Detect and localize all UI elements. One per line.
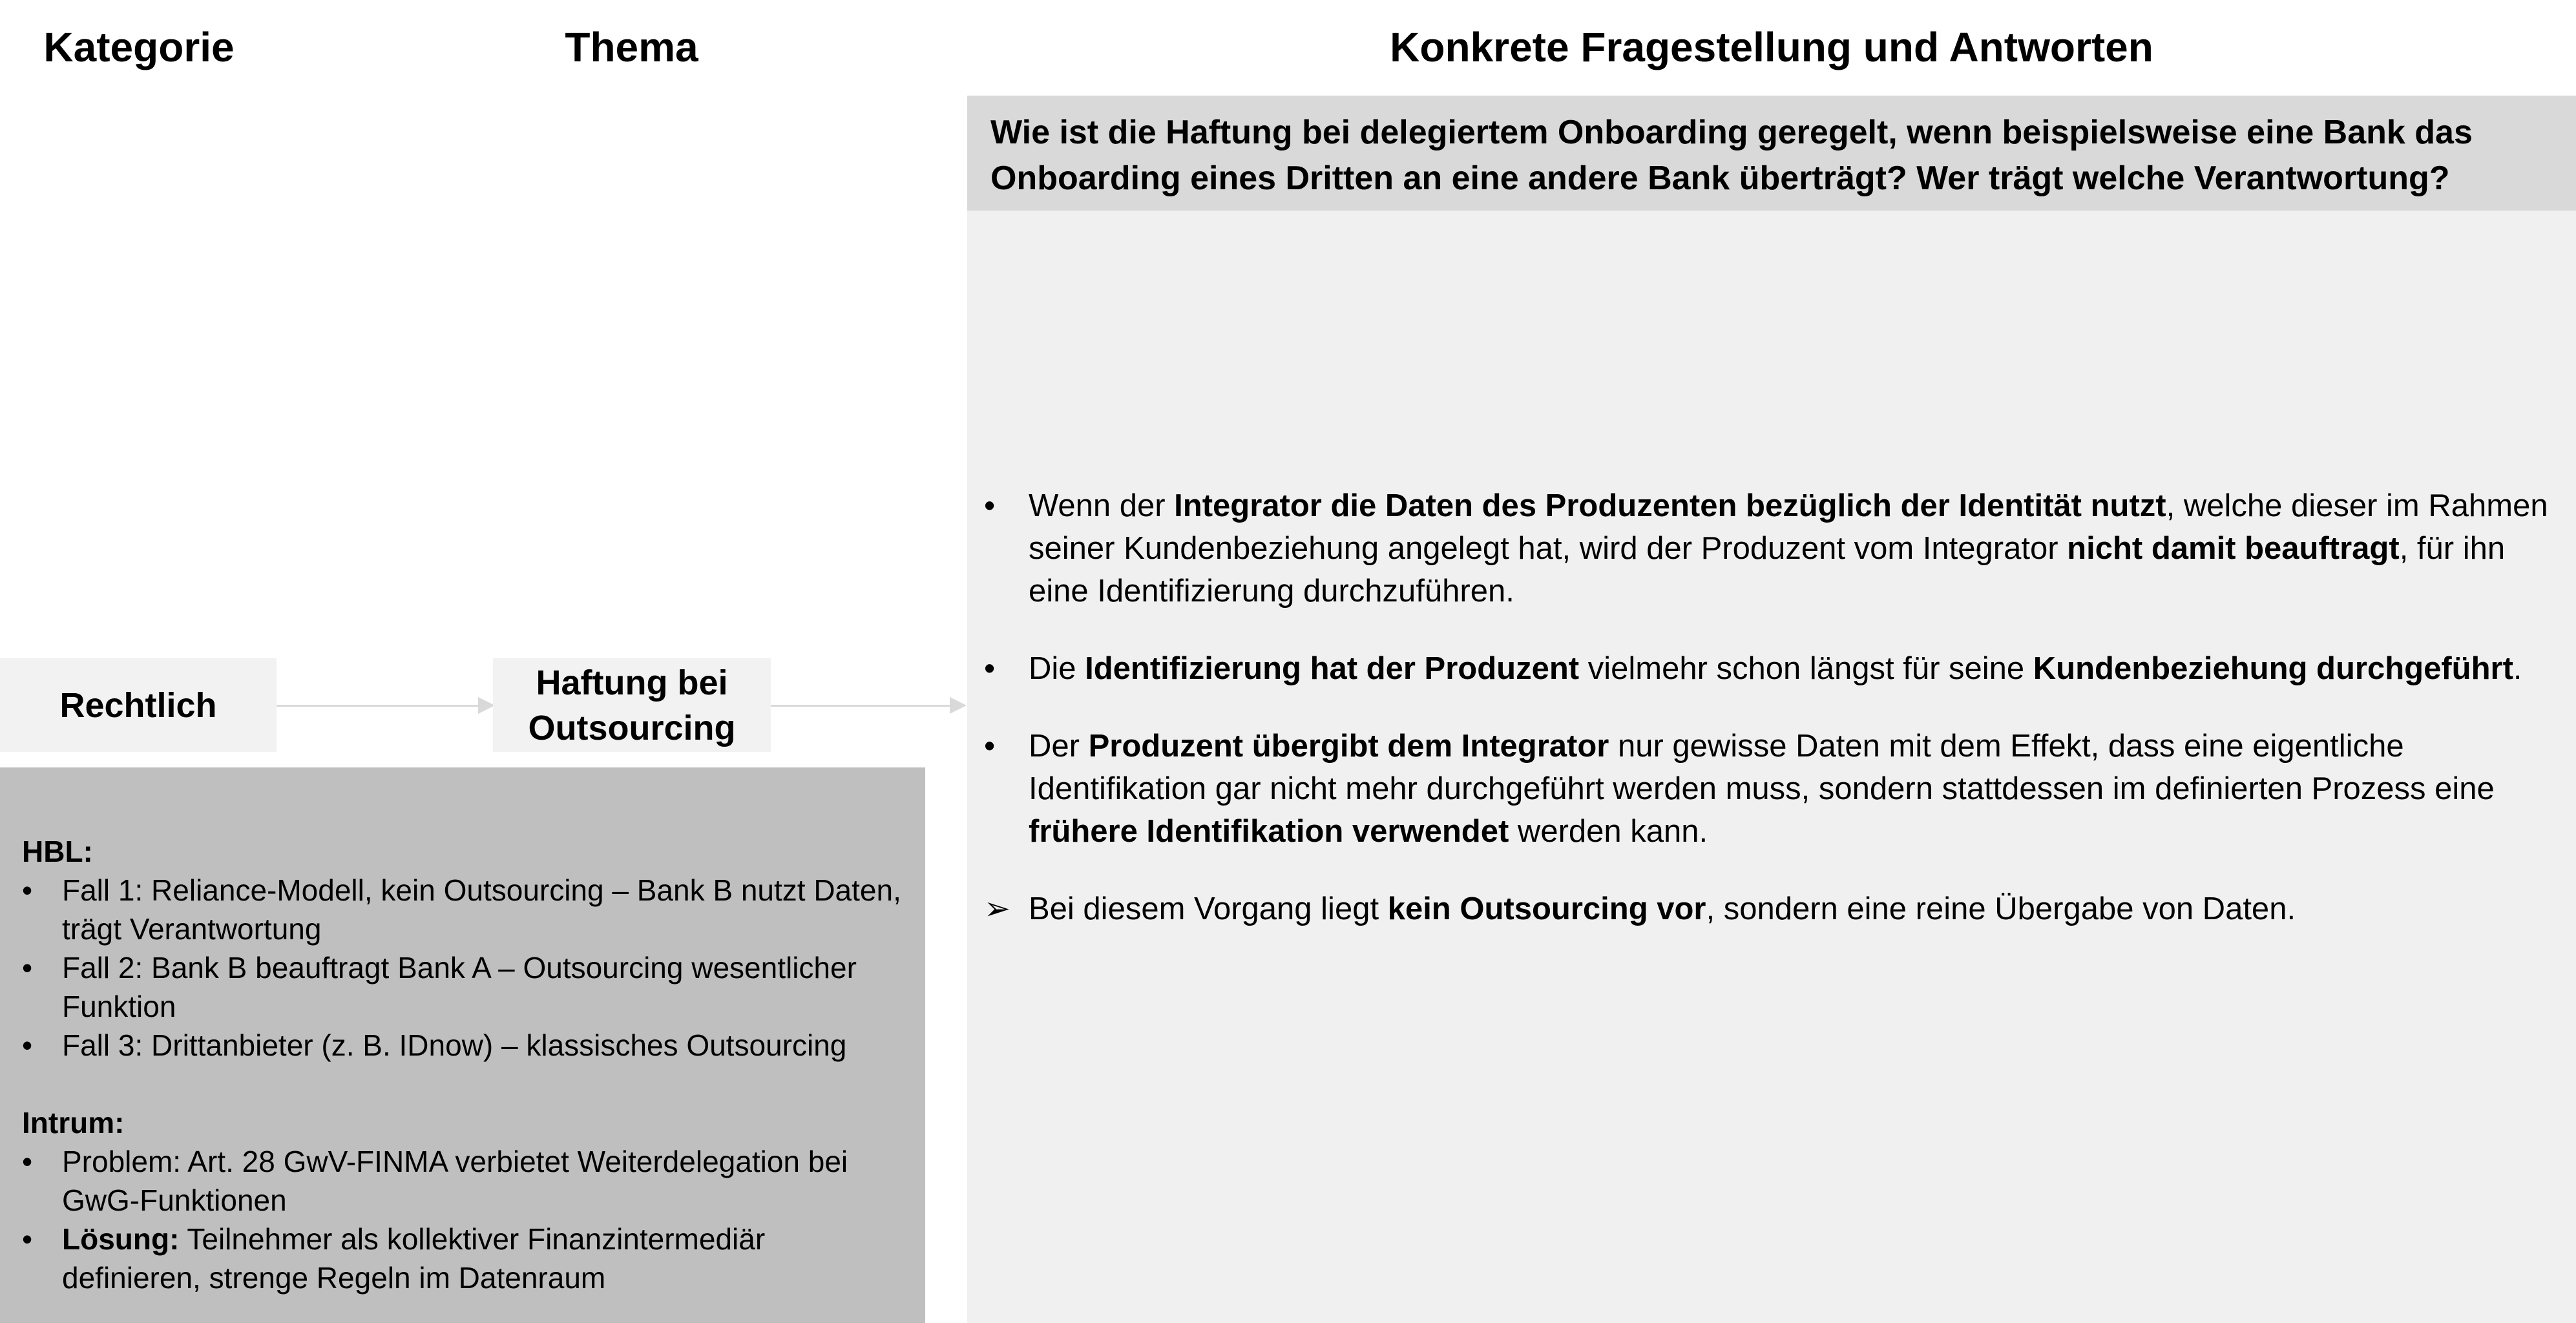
notes-group-title: Intrum:	[22, 1106, 125, 1140]
bold-text: nicht damit beauftragt	[2067, 531, 2400, 566]
text-run: Der	[1029, 729, 1089, 764]
text-run: werden kann.	[1509, 814, 1708, 849]
text-run: vielmehr schon längst für seine	[1579, 651, 2033, 686]
answer-item: ➢ Bei diesem Vorgang liegt kein Outsourci…	[967, 888, 2557, 930]
bullet-icon: •	[22, 1028, 33, 1062]
bullet-icon: •	[22, 1145, 33, 1178]
bold-text: Kundenbeziehung durchgeführt	[2033, 651, 2513, 686]
notes-item: • Problem: Art. 28 GwV-FINMA verbietet We…	[22, 1142, 903, 1220]
text-run: Die	[1029, 651, 1085, 686]
topic-label-line: Haftung bei	[536, 663, 728, 702]
question-line: Onboarding eines Dritten an eine andere …	[990, 160, 2450, 197]
bullet-icon: •	[984, 651, 996, 686]
question-line: Wie ist die Haftung bei delegiertem Onbo…	[990, 114, 2473, 151]
text-run: Wenn der	[1029, 488, 1175, 523]
notes-item: • Fall 3: Drittanbieter (z. B. IDnow) – k…	[22, 1026, 903, 1065]
arrow-bullet-icon: ➢	[984, 891, 1011, 926]
bold-text: frühere Identifikation verwendet	[1029, 814, 1509, 849]
text-run: , sondern eine reine Übergabe von Daten.	[1706, 891, 2296, 926]
notes-list: • Fall 1: Reliance-Modell, kein Outsourci…	[22, 871, 903, 1065]
bullet-icon: •	[984, 488, 996, 523]
answer-item: • Wenn der Integrator die Daten des Produ…	[967, 484, 2557, 612]
header-thema: Thema	[565, 24, 698, 70]
connector-line	[277, 705, 483, 707]
text-run: Problem: Art. 28 GwV-FINMA verbietet Wei…	[62, 1145, 848, 1217]
answer-item: • Die Identifizierung hat der Produzent v…	[967, 647, 2557, 690]
topic-label-line: Outsourcing	[528, 708, 736, 747]
notes-item: • Fall 2: Bank B beauftragt Bank A – Outs…	[22, 948, 903, 1026]
answer-list: • Wenn der Integrator die Daten des Produ…	[967, 484, 2557, 965]
notes-group-title: HBL:	[22, 835, 93, 868]
bold-text: Integrator die Daten des Produzenten bez…	[1174, 488, 2166, 523]
bullet-icon: •	[22, 1222, 33, 1256]
category-label: Rechtlich	[59, 685, 217, 725]
text-run: Fall 1: Reliance-Modell, kein Outsourcin…	[62, 873, 901, 946]
bold-text: Identifizierung hat der Produzent	[1085, 651, 1580, 686]
topic-node: Haftung bei Outsourcing	[493, 658, 771, 752]
text-run: Bei diesem Vorgang liegt	[1029, 891, 1388, 926]
question-box: Wie ist die Haftung bei delegiertem Onbo…	[967, 96, 2576, 211]
notes-item: • Lösung: Teilnehmer als kollektiver Fina…	[22, 1220, 903, 1297]
text-run: Fall 3: Drittanbieter (z. B. IDnow) – kl…	[62, 1028, 847, 1062]
arrow-head-icon	[950, 697, 967, 714]
header-kategorie: Kategorie	[43, 24, 235, 70]
notes-box: HBL: • Fall 1: Reliance-Modell, kein Outso…	[0, 767, 925, 1323]
category-node: Rechtlich	[0, 658, 277, 752]
bullet-icon: •	[22, 873, 33, 907]
answer-item: • Der Produzent übergibt dem Integrator n…	[967, 725, 2557, 853]
bullet-icon: •	[22, 951, 33, 984]
notes-list: • Problem: Art. 28 GwV-FINMA verbietet We…	[22, 1142, 903, 1297]
bold-text: kein Outsourcing vor	[1387, 891, 1706, 926]
bullet-icon: •	[984, 729, 996, 764]
bold-text: Produzent übergibt dem Integrator	[1088, 729, 1609, 764]
connector-line	[771, 705, 953, 707]
bold-text: Lösung:	[62, 1222, 180, 1256]
notes-item: • Fall 1: Reliance-Modell, kein Outsourci…	[22, 871, 903, 948]
text-run: .	[2513, 651, 2522, 686]
text-run: Fall 2: Bank B beauftragt Bank A – Outso…	[62, 951, 857, 1023]
header-fragestellung: Konkrete Fragestellung und Antworten	[1390, 24, 2153, 70]
